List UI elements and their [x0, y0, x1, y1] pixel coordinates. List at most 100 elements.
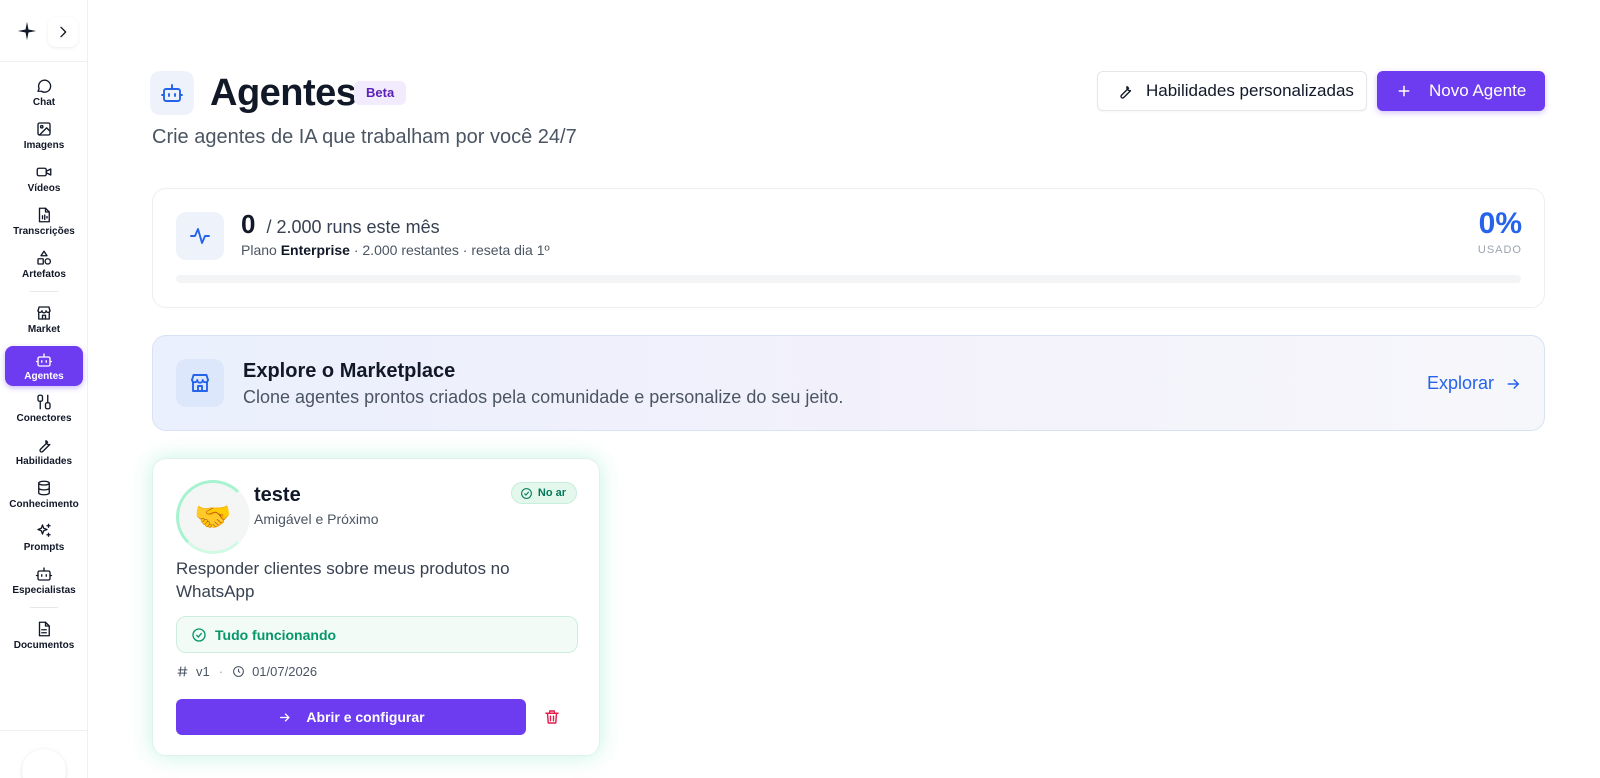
check-circle-icon — [192, 627, 206, 642]
sidebar-item-label: Prompts — [23, 541, 65, 553]
agent-version: v1 — [196, 664, 210, 679]
page-title: Agentes — [210, 72, 357, 114]
bot-icon — [161, 84, 183, 102]
new-agent-button[interactable]: Novo Agente — [1377, 71, 1545, 111]
agent-health-label: Tudo funcionando — [215, 626, 337, 643]
sidebar-item-artefatos[interactable]: Artefatos — [5, 244, 83, 284]
agent-status-label: No ar — [537, 487, 566, 499]
chevron-right-icon — [60, 26, 67, 38]
check-circle-icon — [520, 487, 532, 499]
store-icon — [191, 374, 209, 392]
sidebar-item-label: Habilidades — [15, 455, 73, 467]
marketplace-title: Explore o Marketplace — [243, 360, 456, 382]
sidebar-item-label: Agentes — [24, 370, 64, 382]
usage-summary: 0 / 2.000 runs este mês — [241, 209, 440, 240]
agent-health: Tudo funcionando — [176, 616, 578, 653]
custom-skills-button[interactable]: Habilidades personalizadas — [1097, 71, 1367, 111]
usage-count: 0 — [241, 209, 256, 239]
sidebar-item-label: Imagens — [23, 139, 65, 151]
usage-total: / 2.000 runs este mês — [266, 217, 440, 237]
arrow-right-icon — [280, 712, 291, 722]
sidebar-item-agentes[interactable]: Agentes — [5, 346, 83, 386]
agent-card[interactable]: 🤝 teste Amigável e Próximo No ar Respond… — [152, 458, 600, 756]
marketplace-icon-box — [176, 359, 224, 407]
agent-description: Responder clientes sobre meus produtos n… — [176, 559, 510, 601]
usage-icon-box — [176, 212, 224, 260]
image-icon — [37, 121, 51, 136]
sidebar-item-documentos[interactable]: Documentos — [5, 615, 83, 655]
audio-file-icon — [38, 207, 50, 222]
user-avatar-button[interactable] — [22, 749, 66, 778]
store-icon — [37, 305, 51, 320]
usage-percent-label: USADO — [1477, 244, 1522, 256]
sidebar-item-chat[interactable]: Chat — [5, 72, 83, 112]
sidebar-item-label: Chat — [32, 96, 56, 108]
connector-icon — [37, 394, 51, 409]
sidebar-item-label: Artefatos — [22, 268, 66, 280]
agent-persona: Amigável e Próximo — [254, 511, 379, 527]
sidebar-item-habilidades[interactable]: Habilidades — [5, 431, 83, 471]
sidebar-item-label: Market — [27, 323, 61, 335]
meta-separator: · — [218, 664, 224, 679]
database-icon — [38, 480, 50, 495]
hash-icon — [177, 666, 188, 677]
sidebar-footer — [0, 730, 88, 778]
clock-icon — [233, 666, 244, 677]
plus-icon — [1398, 85, 1410, 97]
sidebar-header — [0, 0, 87, 62]
wrench-icon — [1120, 85, 1132, 99]
sidebar-divider — [30, 291, 58, 292]
bot-icon — [35, 566, 53, 581]
beta-badge: Beta — [354, 81, 407, 105]
sidebar-item-label: Vídeos — [27, 182, 61, 194]
plan-prefix: Plano — [241, 242, 277, 258]
sidebar-item-especialistas[interactable]: Especialistas — [5, 560, 83, 600]
sparkles-icon — [37, 523, 51, 537]
sidebar-item-prompts[interactable]: Prompts — [5, 517, 83, 557]
plan-details: · 2.000 restantes · reseta dia 1º — [353, 242, 550, 258]
activity-icon — [190, 228, 210, 244]
sidebar-item-imagens[interactable]: Imagens — [5, 115, 83, 155]
sidebar-item-label: Conhecimento — [9, 498, 79, 510]
wrench-icon — [39, 439, 51, 453]
custom-skills-label: Habilidades personalizadas — [1146, 81, 1354, 100]
trash-icon — [545, 710, 559, 724]
app: Chat Imagens Vídeos Transcrições Artefat… — [0, 0, 1600, 778]
explore-link[interactable]: Explorar — [1427, 373, 1522, 394]
sidebar-item-market[interactable]: Market — [5, 299, 83, 339]
delete-agent-button[interactable] — [538, 703, 566, 731]
sidebar: Chat Imagens Vídeos Transcrições Artefat… — [0, 0, 88, 778]
arrow-right-icon — [1507, 378, 1520, 389]
explore-label: Explorar — [1426, 373, 1494, 393]
open-configure-label: Abrir e configurar — [306, 709, 425, 725]
document-icon — [38, 621, 50, 636]
sparkle-icon[interactable] — [16, 20, 38, 42]
bot-icon — [35, 352, 53, 367]
video-camera-icon — [36, 167, 52, 176]
agent-date: 01/07/2026 — [252, 664, 318, 679]
chat-bubble-icon — [37, 79, 52, 93]
shapes-icon — [37, 250, 52, 265]
agent-status-badge: No ar — [510, 482, 577, 504]
plan-name: Enterprise — [280, 242, 350, 258]
sidebar-item-label: Conectores — [16, 412, 72, 424]
open-configure-button[interactable]: Abrir e configurar — [176, 699, 526, 735]
page-icon — [150, 71, 194, 115]
usage-card: 0 / 2.000 runs este mês Plano Enterprise… — [152, 188, 1545, 308]
plan-info: Plano Enterprise · 2.000 restantes · res… — [241, 242, 550, 258]
sidebar-item-transcricoes[interactable]: Transcrições — [5, 201, 83, 241]
sidebar-item-label: Documentos — [13, 639, 75, 651]
marketplace-banner: Explore o Marketplace Clone agentes pron… — [152, 335, 1545, 431]
agent-name: teste — [254, 484, 301, 506]
sidebar-divider — [30, 607, 58, 608]
sidebar-item-conectores[interactable]: Conectores — [5, 388, 83, 428]
agent-avatar: 🤝 — [176, 480, 250, 554]
sidebar-item-videos[interactable]: Vídeos — [5, 158, 83, 198]
sidebar-item-conhecimento[interactable]: Conhecimento — [5, 474, 83, 514]
new-agent-label: Novo Agente — [1429, 81, 1527, 100]
sidebar-expand-button[interactable] — [48, 17, 78, 47]
marketplace-subtitle: Clone agentes prontos criados pela comun… — [243, 387, 844, 407]
usage-percent: 0% — [1478, 207, 1522, 240]
usage-progress-bar — [176, 275, 1521, 283]
sidebar-item-label: Especialistas — [12, 584, 76, 596]
